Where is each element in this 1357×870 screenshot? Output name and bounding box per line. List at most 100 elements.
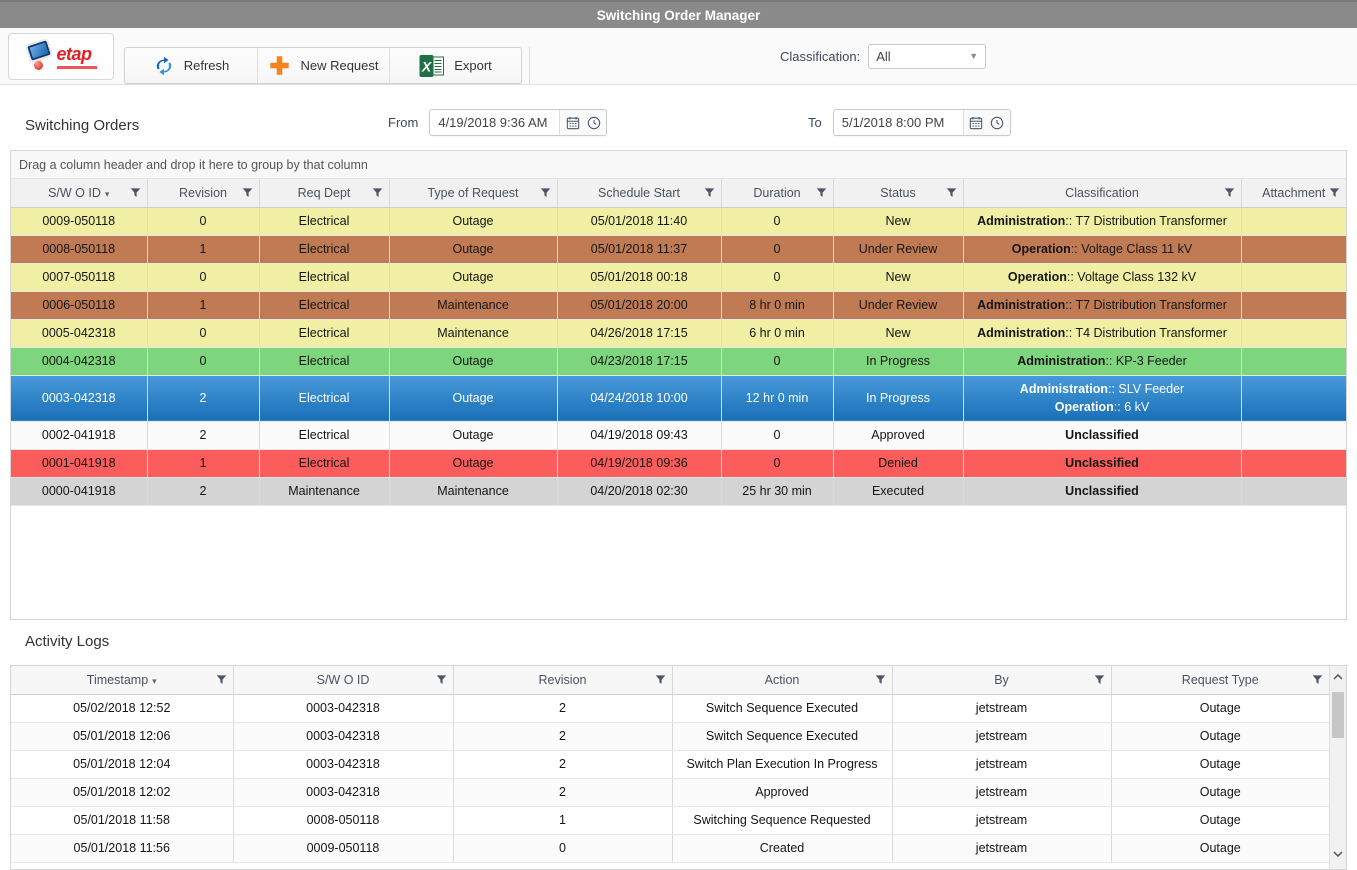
filter-icon[interactable]: [372, 187, 383, 198]
cell-action: Switch Sequence Executed: [672, 722, 892, 750]
to-date-pickers[interactable]: [964, 110, 1010, 135]
orders-column-header[interactable]: Attachment: [1241, 179, 1346, 207]
orders-row[interactable]: 0001-0419181ElectricalOutage04/19/2018 0…: [11, 449, 1346, 477]
clock-icon[interactable]: [587, 116, 601, 130]
filter-icon[interactable]: [655, 674, 666, 685]
orders-row[interactable]: 0004-0423180ElectricalOutage04/23/2018 1…: [11, 347, 1346, 375]
orders-row[interactable]: 0009-0501180ElectricalOutage05/01/2018 1…: [11, 207, 1346, 235]
scroll-up-button[interactable]: [1330, 668, 1346, 686]
cell-revision: 2: [147, 477, 259, 505]
orders-column-header[interactable]: Duration: [721, 179, 833, 207]
cell-attachment: [1241, 477, 1346, 505]
activity-column-header[interactable]: Request Type: [1111, 666, 1329, 694]
cell-status: Approved: [833, 421, 963, 449]
scroll-down-button[interactable]: [1330, 845, 1346, 863]
export-button[interactable]: X Export: [389, 48, 521, 83]
cell-classification: Administration:: T7 Distribution Transfo…: [963, 207, 1241, 235]
activity-row[interactable]: 05/01/2018 11:560009-0501180Createdjetst…: [11, 834, 1329, 862]
activity-title-band: Activity Logs: [0, 620, 1357, 665]
scrollbar-thumb[interactable]: [1332, 692, 1344, 738]
new-request-button[interactable]: New Request: [257, 48, 389, 83]
vertical-scrollbar[interactable]: [1329, 666, 1346, 869]
cell-action: Switch Plan Execution In Progress: [672, 750, 892, 778]
from-date-input[interactable]: 4/19/2018 9:36 AM: [430, 110, 560, 135]
orders-row[interactable]: 0006-0501181ElectricalMaintenance05/01/2…: [11, 291, 1346, 319]
orders-column-header[interactable]: S/W O ID▾: [11, 179, 147, 207]
etap-tagline: [57, 66, 97, 69]
window-titlebar: Switching Order Manager: [0, 0, 1357, 28]
cell-timestamp: 05/02/2018 12:52: [11, 694, 233, 722]
activity-row[interactable]: 05/02/2018 12:520003-0423182Switch Seque…: [11, 694, 1329, 722]
filter-icon[interactable]: [1329, 187, 1340, 198]
orders-row[interactable]: 0002-0419182ElectricalOutage04/19/2018 0…: [11, 421, 1346, 449]
filter-icon[interactable]: [704, 187, 715, 198]
filter-icon[interactable]: [436, 674, 447, 685]
cell-revision: 1: [147, 291, 259, 319]
cell-by: jetstream: [892, 722, 1111, 750]
filter-icon[interactable]: [1224, 187, 1235, 198]
activity-column-header[interactable]: Action: [672, 666, 892, 694]
cell-revision: 2: [453, 694, 672, 722]
activity-row[interactable]: 05/01/2018 12:060003-0423182Switch Seque…: [11, 722, 1329, 750]
from-date-pickers[interactable]: [560, 110, 606, 135]
cell-request-type: Outage: [1111, 722, 1329, 750]
cell-swo-id: 0003-042318: [233, 778, 453, 806]
group-by-band[interactable]: Drag a column header and drop it here to…: [11, 151, 1346, 179]
filter-icon[interactable]: [216, 674, 227, 685]
orders-row[interactable]: 0005-0423180ElectricalMaintenance04/26/2…: [11, 319, 1346, 347]
etap-logo-button[interactable]: etap: [8, 33, 114, 80]
cell-schedule-start: 05/01/2018 11:37: [557, 235, 721, 263]
activity-header-row: Timestamp▾S/W O IDRevisionActionByReques…: [11, 666, 1329, 694]
orders-column-header[interactable]: Schedule Start: [557, 179, 721, 207]
filter-icon[interactable]: [816, 187, 827, 198]
to-date-input[interactable]: 5/1/2018 8:00 PM: [834, 110, 964, 135]
orders-column-header[interactable]: Type of Request: [389, 179, 557, 207]
cell-swo-id: 0005-042318: [11, 319, 147, 347]
filter-icon[interactable]: [540, 187, 551, 198]
filter-icon[interactable]: [130, 187, 141, 198]
orders-column-header[interactable]: Status: [833, 179, 963, 207]
orders-column-header[interactable]: Req Dept: [259, 179, 389, 207]
cell-swo-id: 0003-042318: [233, 750, 453, 778]
activity-column-header[interactable]: S/W O ID: [233, 666, 453, 694]
filter-icon[interactable]: [875, 674, 886, 685]
orders-row-selected[interactable]: 0003-0423182ElectricalOutage04/24/2018 1…: [11, 375, 1346, 421]
activity-column-header[interactable]: Revision: [453, 666, 672, 694]
filter-icon[interactable]: [946, 187, 957, 198]
orders-row[interactable]: 0000-0419182MaintenanceMaintenance04/20/…: [11, 477, 1346, 505]
cell-req-dept: Electrical: [259, 375, 389, 421]
orders-column-header[interactable]: Revision: [147, 179, 259, 207]
column-label: Timestamp: [87, 673, 148, 687]
cell-type-of-request: Outage: [389, 375, 557, 421]
activity-row[interactable]: 05/01/2018 12:020003-0423182Approvedjets…: [11, 778, 1329, 806]
filter-icon[interactable]: [1312, 674, 1323, 685]
orders-row[interactable]: 0007-0501180ElectricalOutage05/01/2018 0…: [11, 263, 1346, 291]
cell-type-of-request: Maintenance: [389, 291, 557, 319]
calendar-icon[interactable]: [566, 116, 580, 130]
cell-schedule-start: 04/26/2018 17:15: [557, 319, 721, 347]
orders-column-header[interactable]: Classification: [963, 179, 1241, 207]
refresh-button[interactable]: Refresh: [125, 48, 257, 83]
activity-row[interactable]: 05/01/2018 11:580008-0501181Switching Se…: [11, 806, 1329, 834]
cell-attachment: [1241, 235, 1346, 263]
orders-row[interactable]: 0008-0501181ElectricalOutage05/01/2018 1…: [11, 235, 1346, 263]
cell-timestamp: 05/01/2018 12:06: [11, 722, 233, 750]
cell-duration: 0: [721, 263, 833, 291]
new-request-button-label: New Request: [300, 58, 378, 73]
calendar-icon[interactable]: [969, 116, 983, 130]
filter-icon[interactable]: [1094, 674, 1105, 685]
cell-type-of-request: Outage: [389, 347, 557, 375]
cell-timestamp: 05/01/2018 12:04: [11, 750, 233, 778]
clock-icon[interactable]: [990, 116, 1004, 130]
filter-icon[interactable]: [242, 187, 253, 198]
activity-column-header[interactable]: By: [892, 666, 1111, 694]
cell-duration: 6 hr 0 min: [721, 319, 833, 347]
cell-attachment: [1241, 319, 1346, 347]
classification-select[interactable]: All ▼: [868, 44, 986, 69]
cell-type-of-request: Outage: [389, 449, 557, 477]
cell-revision: 0: [147, 207, 259, 235]
cell-status: Under Review: [833, 291, 963, 319]
activity-column-header[interactable]: Timestamp▾: [11, 666, 233, 694]
cell-req-dept: Maintenance: [259, 477, 389, 505]
activity-row[interactable]: 05/01/2018 12:040003-0423182Switch Plan …: [11, 750, 1329, 778]
